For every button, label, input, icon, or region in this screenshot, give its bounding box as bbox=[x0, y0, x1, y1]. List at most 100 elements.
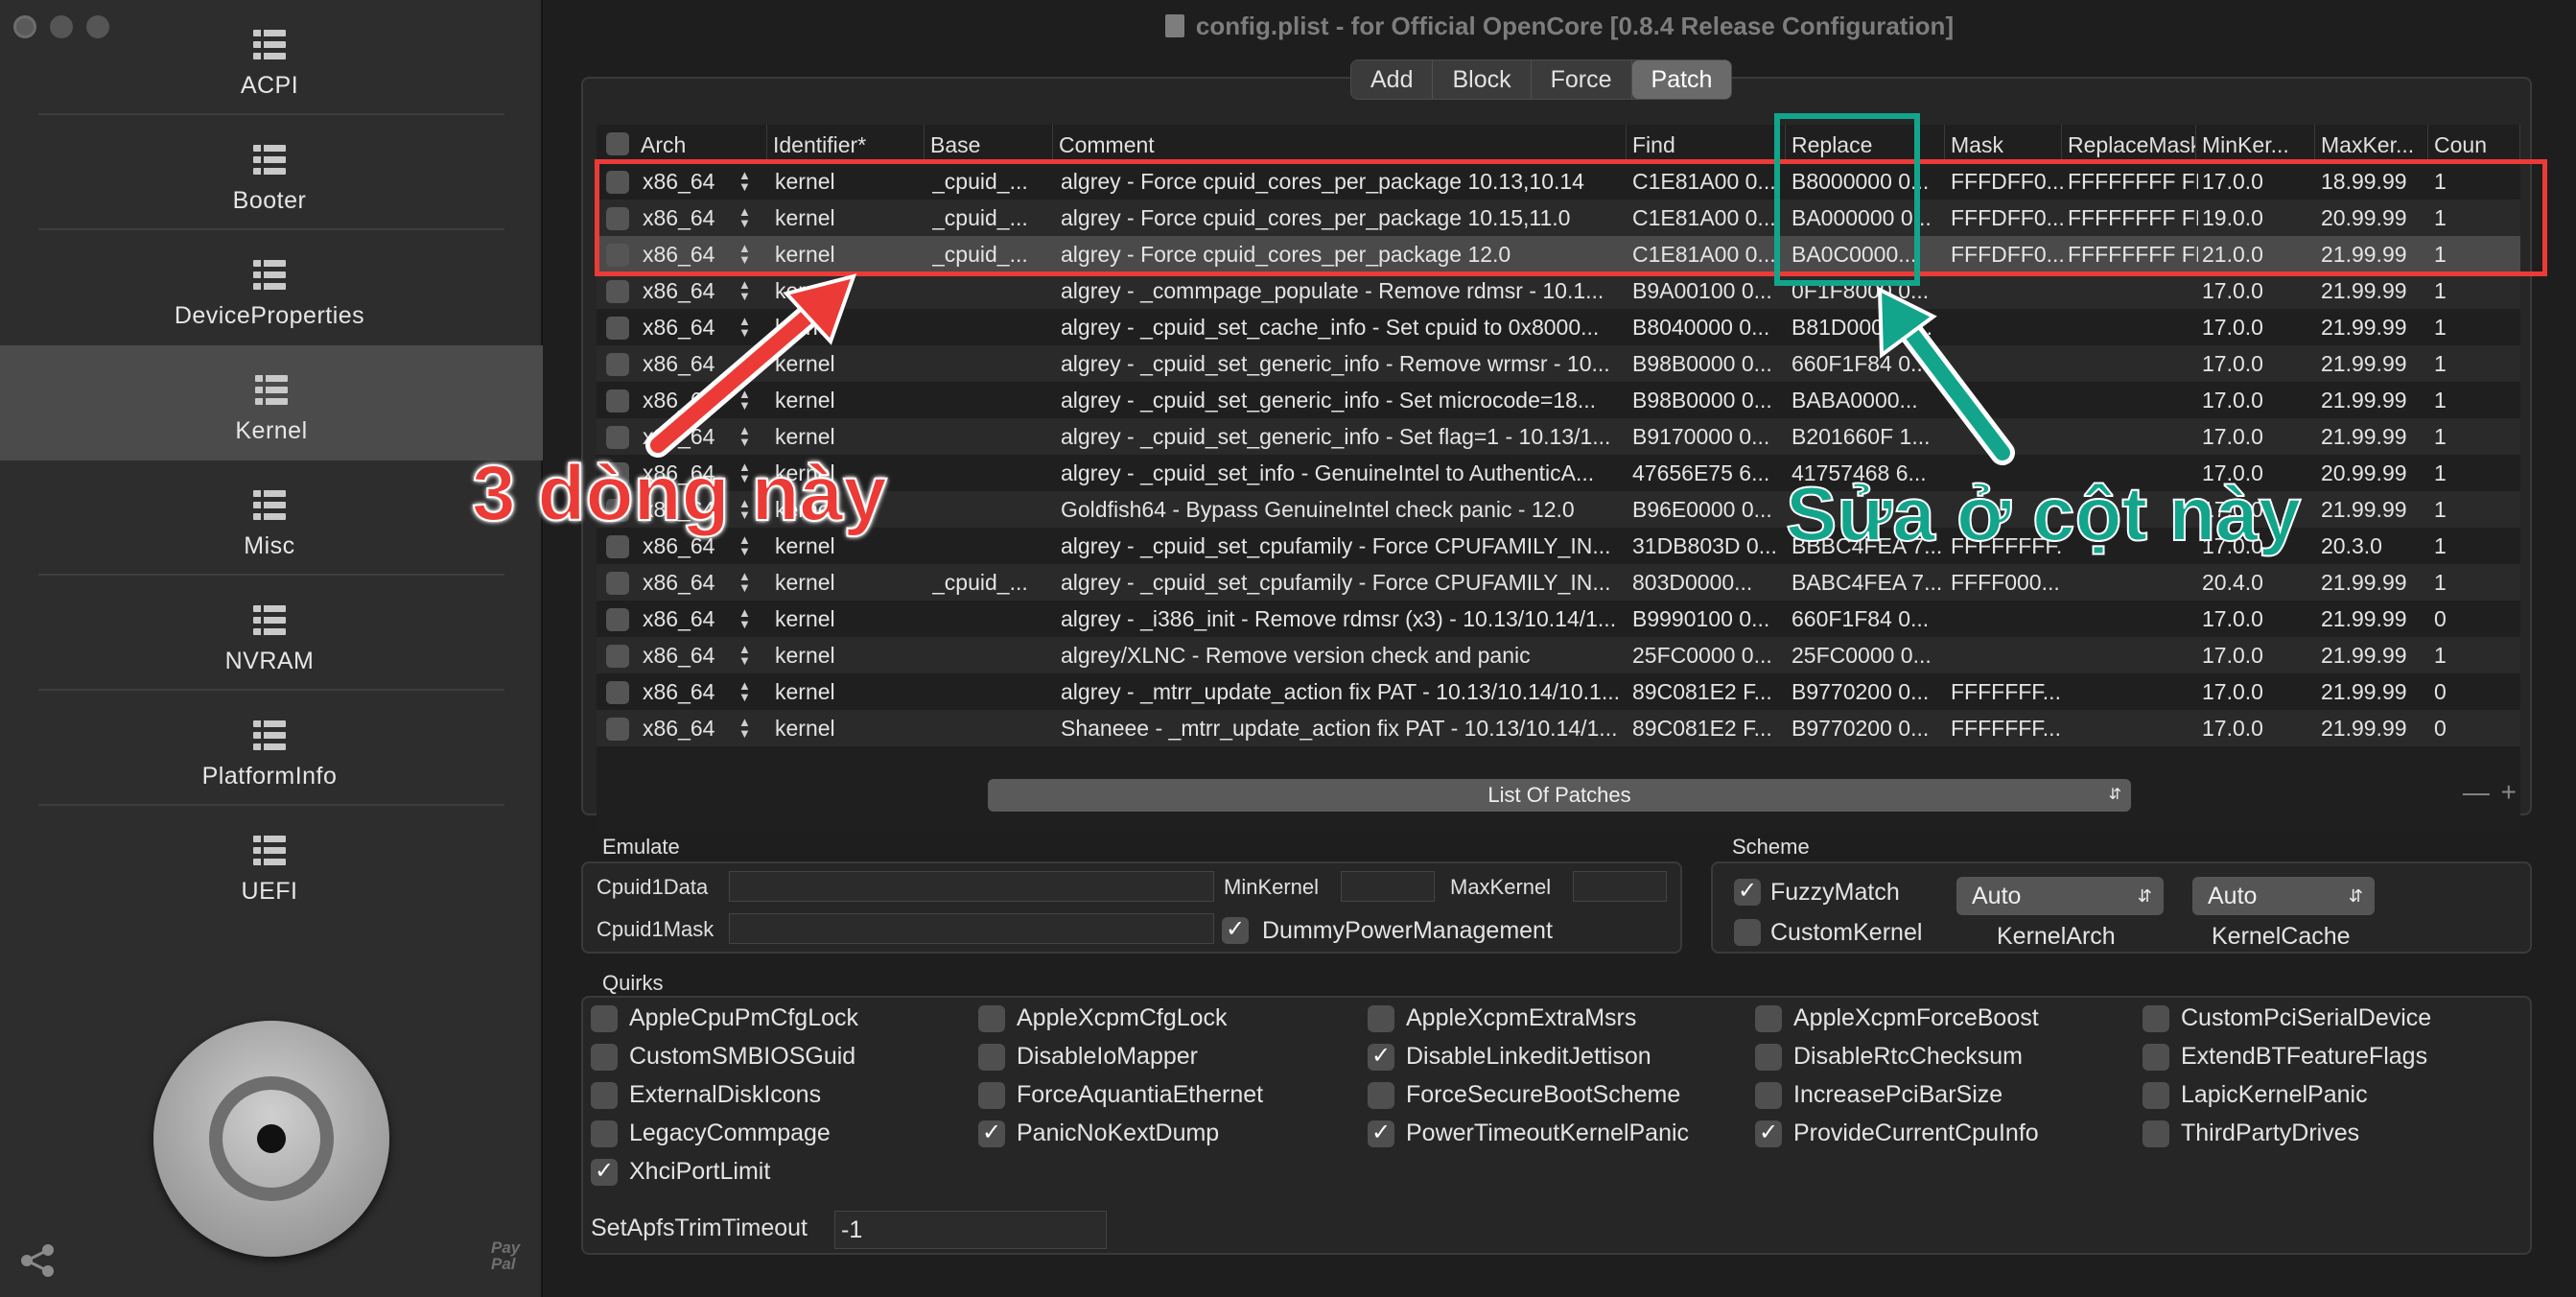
table-cell[interactable]: kernel bbox=[775, 272, 919, 309]
table-cell[interactable]: BABA0000... bbox=[1791, 382, 1945, 418]
minkernel-field[interactable] bbox=[1341, 871, 1435, 902]
column-header[interactable]: Mask bbox=[1945, 125, 2062, 163]
table-cell[interactable]: x86_64 bbox=[643, 710, 719, 746]
quirk-checkbox[interactable] bbox=[1755, 1005, 1782, 1032]
table-cell[interactable]: 17.0.0 bbox=[2202, 272, 2315, 309]
table-cell[interactable]: kernel bbox=[775, 710, 919, 746]
quirk-checkbox[interactable] bbox=[1368, 1119, 1394, 1147]
sidebar-item-misc[interactable]: Misc bbox=[19, 460, 520, 576]
table-cell[interactable]: B96E0000 0... bbox=[1632, 491, 1786, 528]
table-cell[interactable]: algrey - _cpuid_set_info - GenuineIntel … bbox=[1061, 455, 1627, 491]
table-cell[interactable]: B9770200 0... bbox=[1791, 710, 1945, 746]
row-enabled-checkbox[interactable] bbox=[606, 645, 629, 668]
table-cell[interactable]: 17.0.0 bbox=[2202, 345, 2315, 382]
apfs-trim-field[interactable]: -1 bbox=[834, 1211, 1107, 1249]
table-cell[interactable]: x86_64 bbox=[643, 272, 719, 309]
table-cell[interactable]: 21.99.99 bbox=[2321, 673, 2428, 710]
table-cell[interactable]: 803D0000... bbox=[1632, 564, 1786, 601]
table-cell[interactable] bbox=[2068, 272, 2198, 309]
select-all-checkbox[interactable] bbox=[606, 132, 629, 155]
table-cell[interactable]: FFFF000... bbox=[1951, 564, 2064, 601]
sidebar-item-platforminfo[interactable]: PlatformInfo bbox=[19, 691, 520, 806]
table-cell[interactable]: 1 bbox=[2434, 528, 2511, 564]
row-enabled-checkbox[interactable] bbox=[606, 280, 629, 303]
table-cell[interactable]: 17.0.0 bbox=[2202, 601, 2315, 637]
quirk-checkbox[interactable] bbox=[2143, 1005, 2169, 1032]
table-cell[interactable] bbox=[1951, 418, 2064, 455]
table-cell[interactable] bbox=[2068, 418, 2198, 455]
table-cell[interactable]: x86_64 bbox=[643, 601, 719, 637]
table-cell[interactable]: 31DB803D 0... bbox=[1632, 528, 1786, 564]
table-cell[interactable] bbox=[2068, 637, 2198, 673]
quirk-checkbox[interactable] bbox=[591, 1044, 618, 1071]
table-row[interactable]: ▲ ▼ x86_64 kernel algrey - _cpuid_set_generi… bbox=[597, 382, 2520, 418]
quirk-checkbox[interactable] bbox=[978, 1082, 1005, 1109]
table-cell[interactable] bbox=[932, 491, 1051, 528]
table-cell[interactable]: algrey - _cpuid_set_cpufamily - Force CP… bbox=[1061, 528, 1627, 564]
table-cell[interactable]: 21.99.99 bbox=[2321, 309, 2428, 345]
table-cell[interactable] bbox=[2068, 710, 2198, 746]
table-cell[interactable] bbox=[2068, 345, 2198, 382]
table-row[interactable]: ▲ ▼ x86_64 kernel _cpuid_... algrey - _cpuid_… bbox=[597, 564, 2520, 601]
table-cell[interactable] bbox=[932, 601, 1051, 637]
table-cell[interactable]: 17.0.0 bbox=[2202, 418, 2315, 455]
arch-stepper-icon[interactable]: ▲ ▼ bbox=[738, 351, 751, 375]
arch-stepper-icon[interactable]: ▲ ▼ bbox=[738, 679, 751, 703]
table-cell[interactable] bbox=[1951, 382, 2064, 418]
table-cell[interactable]: 21.99.99 bbox=[2321, 601, 2428, 637]
table-cell[interactable] bbox=[932, 710, 1051, 746]
arch-stepper-icon[interactable]: ▲ ▼ bbox=[738, 388, 751, 412]
table-cell[interactable]: 0 bbox=[2434, 673, 2511, 710]
column-header[interactable]: MaxKer... bbox=[2315, 125, 2428, 163]
table-cell[interactable]: kernel bbox=[775, 601, 919, 637]
table-cell[interactable]: 89C081E2 F... bbox=[1632, 710, 1786, 746]
table-cell[interactable]: algrey - _cpuid_set_cpufamily - Force CP… bbox=[1061, 564, 1627, 601]
table-cell[interactable]: Shaneee - _mtrr_update_action fix PAT - … bbox=[1061, 710, 1627, 746]
table-cell[interactable]: 21.99.99 bbox=[2321, 637, 2428, 673]
table-cell[interactable]: 1 bbox=[2434, 637, 2511, 673]
column-header[interactable]: MinKer... bbox=[2196, 125, 2315, 163]
row-enabled-checkbox[interactable] bbox=[606, 572, 629, 595]
table-cell[interactable]: algrey - _cpuid_set_generic_info - Remov… bbox=[1061, 345, 1627, 382]
table-cell[interactable] bbox=[932, 345, 1051, 382]
kernelarch-select[interactable]: Auto ⇵ bbox=[1956, 877, 2164, 915]
sidebar-item-kernel[interactable]: Kernel bbox=[0, 345, 543, 460]
table-cell[interactable] bbox=[932, 418, 1051, 455]
table-row[interactable]: ▲ ▼ x86_64 kernel algrey - _mtrr_update_acti… bbox=[597, 673, 2520, 710]
table-cell[interactable]: 20.4.0 bbox=[2202, 564, 2315, 601]
table-cell[interactable]: algrey - _cpuid_set_cache_info - Set cpu… bbox=[1061, 309, 1627, 345]
table-cell[interactable] bbox=[1951, 637, 2064, 673]
table-cell[interactable]: B201660F 1... bbox=[1791, 418, 1945, 455]
table-cell[interactable]: 17.0.0 bbox=[2202, 637, 2315, 673]
table-cell[interactable]: B8040000 0... bbox=[1632, 309, 1786, 345]
quirk-checkbox[interactable] bbox=[2143, 1082, 2169, 1109]
table-cell[interactable]: 17.0.0 bbox=[2202, 710, 2315, 746]
table-cell[interactable]: 25FC0000 0... bbox=[1791, 637, 1945, 673]
column-header[interactable]: ReplaceMask bbox=[2062, 125, 2196, 163]
table-cell[interactable]: algrey - _i386_init - Remove rdmsr (x3) … bbox=[1061, 601, 1627, 637]
tab-force[interactable]: Force bbox=[1532, 60, 1632, 99]
table-row[interactable]: ▲ ▼ x86_64 kernel algrey/XLNC - Remove versi… bbox=[597, 637, 2520, 673]
arch-stepper-icon[interactable]: ▲ ▼ bbox=[738, 716, 751, 740]
quirk-checkbox[interactable] bbox=[591, 1005, 618, 1032]
table-row[interactable]: ▲ ▼ x86_64 kernel algrey - _i386_init - Remo… bbox=[597, 601, 2520, 637]
table-row[interactable]: ▲ ▼ x86_64 kernel algrey - _cpuid_set_generi… bbox=[597, 345, 2520, 382]
table-cell[interactable]: 25FC0000 0... bbox=[1632, 637, 1786, 673]
fuzzymatch-checkbox[interactable] bbox=[1734, 877, 1761, 906]
table-cell[interactable]: algrey - _cpuid_set_generic_info - Set f… bbox=[1061, 418, 1627, 455]
sidebar-item-booter[interactable]: Booter bbox=[19, 115, 520, 230]
table-cell[interactable] bbox=[932, 309, 1051, 345]
quirk-checkbox[interactable] bbox=[1368, 1082, 1394, 1109]
quirk-checkbox[interactable] bbox=[978, 1119, 1005, 1147]
maxkernel-field[interactable] bbox=[1573, 871, 1667, 902]
table-cell[interactable]: x86_64 bbox=[643, 382, 719, 418]
table-row[interactable]: ▲ ▼ x86_64 kernel algrey - _commpage_populat… bbox=[597, 272, 2520, 309]
table-cell[interactable] bbox=[932, 455, 1051, 491]
table-cell[interactable]: 0 bbox=[2434, 601, 2511, 637]
table-cell[interactable] bbox=[2068, 382, 2198, 418]
table-cell[interactable] bbox=[932, 528, 1051, 564]
arch-stepper-icon[interactable]: ▲ ▼ bbox=[738, 570, 751, 594]
table-cell[interactable]: x86_64 bbox=[643, 564, 719, 601]
tab-patch[interactable]: Patch bbox=[1631, 60, 1732, 99]
add-remove-buttons[interactable]: — + bbox=[2463, 777, 2518, 808]
